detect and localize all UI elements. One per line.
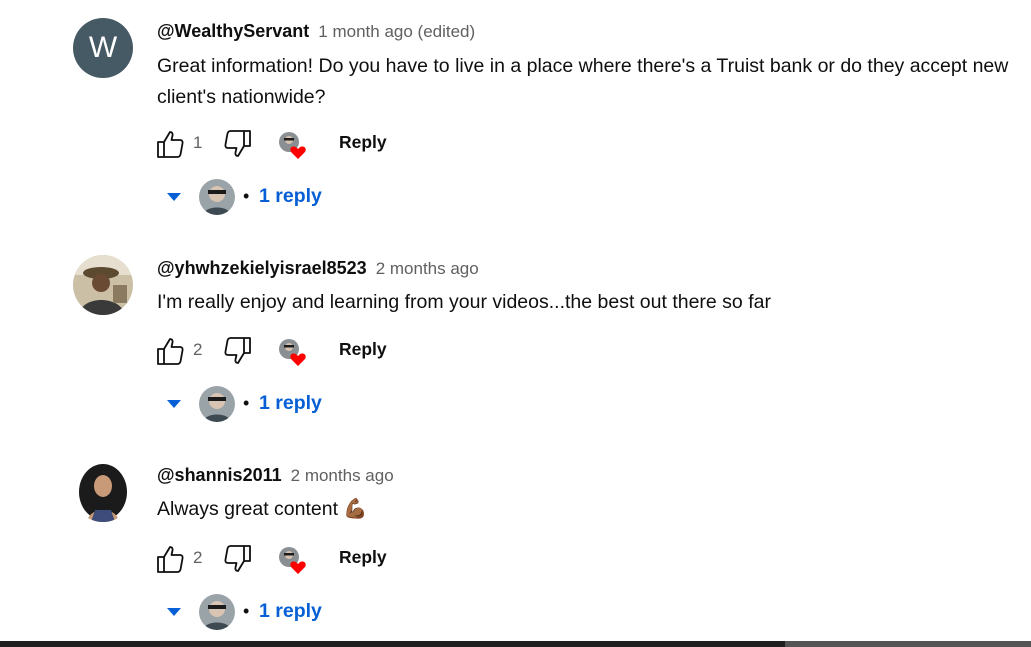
chevron-down-icon[interactable] — [165, 191, 183, 203]
reply-button[interactable]: Reply — [339, 339, 387, 360]
comment-actions: 1 Reply — [155, 129, 455, 159]
reply-button[interactable]: Reply — [339, 547, 387, 568]
author-name[interactable]: @WealthyServant — [157, 21, 309, 41]
chevron-down-icon[interactable] — [165, 606, 183, 618]
author-name[interactable]: @shannis2011 — [157, 465, 282, 485]
thumbs-down-icon[interactable] — [223, 544, 253, 574]
comment-text: Great information! Do you have to live i… — [157, 55, 1009, 108]
separator-dot: • — [243, 601, 250, 621]
creator-heart-icon — [279, 339, 306, 366]
replies-count[interactable]: 1 reply — [259, 392, 322, 415]
reply-button[interactable]: Reply — [339, 132, 387, 153]
replies-count[interactable]: 1 reply — [259, 185, 322, 208]
like-count: 1 — [193, 133, 203, 152]
separator-dot: • — [243, 186, 250, 206]
creator-heart-icon — [279, 132, 306, 159]
thumbs-up-icon[interactable] — [155, 544, 185, 574]
avatar[interactable] — [73, 462, 133, 522]
creator-avatar — [199, 594, 235, 630]
replies-toggle[interactable]: • 1 reply — [165, 386, 465, 422]
replies-toggle[interactable]: • 1 reply — [165, 179, 465, 215]
comment-header: @yhwhzekielyisrael8523 2 months ago — [157, 258, 479, 279]
thumbs-down-icon[interactable] — [223, 336, 253, 366]
creator-heart-icon — [279, 547, 306, 574]
chevron-down-icon[interactable] — [165, 398, 183, 410]
creator-avatar — [199, 386, 235, 422]
horizontal-scrollbar-thumb[interactable] — [785, 641, 1031, 647]
like-count: 2 — [193, 548, 203, 567]
comment-text: Always great content 💪🏾 — [157, 498, 368, 520]
author-name[interactable]: @yhwhzekielyisrael8523 — [157, 258, 367, 278]
creator-avatar — [199, 179, 235, 215]
thumbs-up-icon[interactable] — [155, 336, 185, 366]
avatar-letter: W — [88, 31, 118, 64]
avatar[interactable] — [73, 255, 133, 315]
comment-header: @WealthyServant 1 month ago (edited) — [157, 21, 475, 42]
comment-header: @shannis2011 2 months ago — [157, 465, 394, 486]
like-count: 2 — [193, 340, 203, 359]
comment-time[interactable]: 2 months ago — [291, 466, 394, 485]
replies-count[interactable]: 1 reply — [259, 600, 322, 623]
thumbs-up-icon[interactable] — [155, 129, 185, 159]
comment-time[interactable]: 2 months ago — [376, 259, 479, 278]
comment-text: I'm really enjoy and learning from your … — [157, 291, 771, 313]
comment-time[interactable]: 1 month ago (edited) — [318, 22, 475, 41]
replies-toggle[interactable]: • 1 reply — [165, 594, 465, 630]
thumbs-down-icon[interactable] — [223, 129, 253, 159]
separator-dot: • — [243, 393, 250, 413]
comment-actions: 2 Reply — [155, 336, 455, 366]
comment-actions: 2 Reply — [155, 544, 455, 574]
avatar[interactable]: W — [73, 18, 133, 78]
